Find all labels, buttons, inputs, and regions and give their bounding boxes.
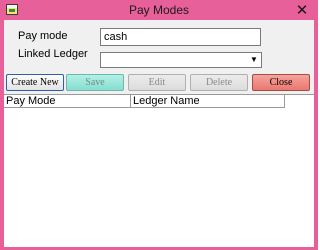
column-header-pay-mode[interactable]: Pay Mode xyxy=(4,95,131,108)
linked-ledger-label: Linked Ledger xyxy=(18,48,88,60)
pay-mode-input[interactable]: cash xyxy=(100,28,261,46)
create-new-button[interactable]: Create New xyxy=(6,74,64,91)
delete-button[interactable]: Delete xyxy=(190,74,248,91)
window-close-button[interactable]: ✕ xyxy=(294,2,310,18)
pay-mode-label: Pay mode xyxy=(18,30,68,42)
edit-button[interactable]: Edit xyxy=(128,74,186,91)
pay-modes-window: Pay Modes ✕ Pay mode cash Linked Ledger … xyxy=(0,0,318,250)
title-bar[interactable]: Pay Modes ✕ xyxy=(0,0,318,20)
client-area: Pay mode cash Linked Ledger ▼ Create New… xyxy=(4,20,314,247)
column-header-ledger-name[interactable]: Ledger Name xyxy=(131,95,285,108)
save-button[interactable]: Save xyxy=(66,74,124,91)
linked-ledger-select[interactable]: ▼ xyxy=(100,52,262,68)
close-button[interactable]: Close xyxy=(252,74,310,91)
chevron-down-icon[interactable]: ▼ xyxy=(248,54,260,66)
pay-modes-grid[interactable]: Pay Mode Ledger Name xyxy=(4,94,314,247)
window-title: Pay Modes xyxy=(128,3,190,17)
